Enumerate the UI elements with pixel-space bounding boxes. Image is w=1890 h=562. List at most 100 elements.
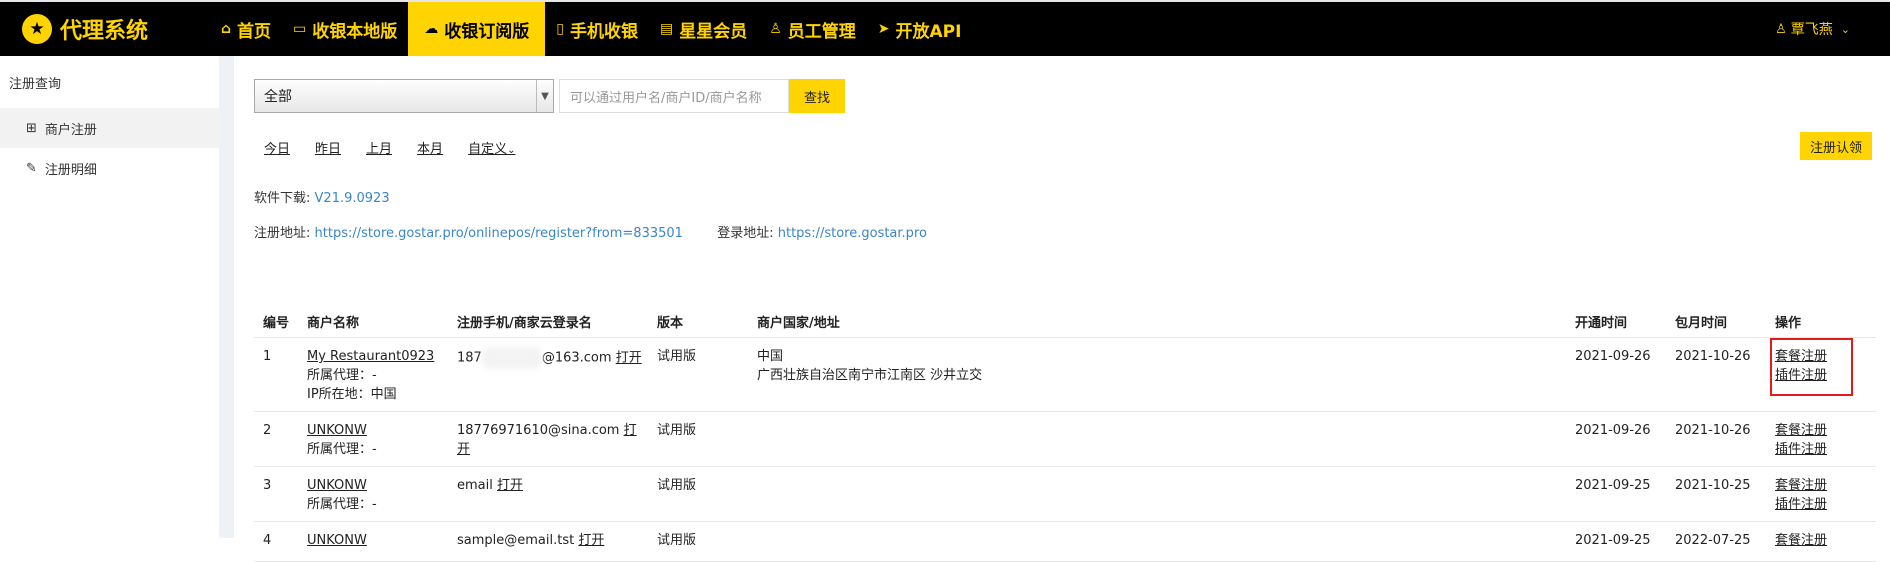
table-row: 4 UNKONW sample@email.tst 打开 试用版 2021-09… — [254, 522, 1876, 562]
date-yesterday-link[interactable]: 昨日 — [315, 138, 341, 157]
column-header: 开通时间 — [1575, 316, 1628, 331]
nav-item-staff[interactable]: ♙ 员工管理 — [758, 2, 867, 56]
search-input[interactable]: 可以通过用户名/商户ID/商户名称 — [559, 79, 789, 113]
phone-cell: 187 @163.com 打开 — [448, 338, 648, 411]
search-button[interactable]: 查找 — [789, 79, 845, 113]
address-cell — [748, 522, 1566, 561]
nav-item-subscription-pos[interactable]: ☁ 收银订阅版 — [408, 2, 546, 56]
login-label: 登录地址: — [717, 226, 774, 241]
main-content: 全部 ▼ 可以通过用户名/商户ID/商户名称 查找 今日 昨日 上月 本月 自定… — [234, 56, 1890, 562]
login-url-link[interactable]: https://store.gostar.pro — [778, 226, 927, 241]
nav-label: 开放API — [895, 21, 962, 42]
filter-bar: 全部 ▼ 可以通过用户名/商户ID/商户名称 查找 — [254, 79, 845, 113]
nav-item-api[interactable]: ➤ 开放API — [867, 2, 973, 56]
register-label: 注册地址: — [254, 226, 311, 241]
chevron-down-icon: ⌄ — [1840, 22, 1850, 36]
phone-icon: ▯ — [556, 21, 564, 37]
phone-cell: 18776971610@sina.com 打开 — [448, 412, 648, 466]
version-cell: 试用版 — [657, 349, 697, 364]
ip-text: IP所在地：中国 — [307, 387, 397, 402]
nav-label: 收银本地版 — [312, 21, 398, 42]
sidebar-item-label: 注册明细 — [44, 162, 97, 178]
open-link[interactable]: 打开 — [578, 533, 604, 548]
agent-text: 所属代理：- — [307, 368, 377, 383]
phone-cell: sample@email.tst 打开 — [448, 522, 648, 561]
ops-cell: 套餐注册 插件注册 — [1766, 467, 1876, 521]
merchant-name-link[interactable]: UNKONW — [307, 421, 448, 440]
download-info: 软件下载: V21.9.0923 — [254, 187, 390, 206]
package-register-link[interactable]: 套餐注册 — [1775, 531, 1876, 550]
date-custom-dropdown[interactable]: 自定义⌄ — [468, 138, 515, 157]
nav-label: 星星会员 — [679, 21, 748, 42]
package-register-link[interactable]: 套餐注册 — [1775, 476, 1876, 495]
column-header: 注册手机/商家云登录名 — [457, 316, 592, 331]
claim-register-button[interactable]: 注册认领 — [1800, 132, 1872, 160]
package-register-link[interactable]: 套餐注册 — [1775, 421, 1876, 440]
date-today-link[interactable]: 今日 — [264, 138, 290, 157]
sidebar: 注册查询 ⊞ 商户注册 ✎ 注册明细 — [0, 56, 219, 538]
version-cell: 试用版 — [657, 478, 697, 493]
phone-text: sample@email.tst — [457, 533, 575, 548]
row-number: 1 — [263, 349, 272, 364]
book-icon: ▤ — [659, 21, 674, 37]
column-header: 包月时间 — [1675, 316, 1728, 331]
nav-item-home[interactable]: ⌂ 首页 — [210, 2, 282, 56]
grid-icon: ⊞ — [26, 120, 37, 136]
chevron-down-icon: ▼ — [536, 80, 553, 112]
row-number: 2 — [263, 423, 272, 438]
ops-cell: 套餐注册 — [1766, 522, 1876, 561]
column-header: 商户国家/地址 — [757, 316, 840, 331]
version-cell: 试用版 — [657, 533, 697, 548]
column-header: 编号 — [263, 316, 290, 331]
edit-icon: ✎ — [26, 160, 37, 176]
sidebar-item-label: 商户注册 — [44, 122, 97, 138]
ops-cell: 套餐注册 插件注册 — [1766, 412, 1876, 466]
table-row: 1 My Restaurant0923 所属代理：- IP所在地：中国 187 @… — [254, 338, 1876, 412]
column-header: 操作 — [1775, 316, 1802, 331]
merchant-table: 编号 商户名称 注册手机/商家云登录名 版本 商户国家/地址 开通时间 包月时间… — [254, 306, 1876, 562]
merchant-cell: UNKONW 所属代理：- — [298, 412, 448, 466]
phone-prefix: 187 — [457, 350, 482, 366]
register-info: 注册地址: https://store.gostar.pro/onlinepos… — [254, 222, 927, 241]
brand[interactable]: ★ 代理系统 — [22, 12, 148, 46]
open-link[interactable]: 打开 — [616, 351, 642, 366]
nav-item-members[interactable]: ▤ 星星会员 — [649, 2, 758, 56]
address-cell — [748, 412, 1566, 466]
start-date: 2021-09-25 — [1575, 533, 1651, 548]
plugin-register-link[interactable]: 插件注册 — [1775, 440, 1876, 459]
month-date: 2021-10-26 — [1675, 349, 1751, 364]
merchant-name-link[interactable]: UNKONW — [307, 531, 448, 550]
custom-label: 自定义 — [468, 142, 508, 157]
sidebar-item-register-detail[interactable]: ✎ 注册明细 — [0, 148, 219, 188]
date-filter: 今日 昨日 上月 本月 自定义⌄ — [264, 138, 540, 157]
select-value: 全部 — [264, 89, 292, 105]
nav-item-local-pos[interactable]: ▭ 收银本地版 — [282, 2, 408, 56]
phone-text: 18776971610@sina.com — [457, 423, 620, 438]
sidebar-item-merchant-register[interactable]: ⊞ 商户注册 — [0, 108, 219, 148]
open-link[interactable]: 打开 — [497, 478, 523, 493]
user-menu[interactable]: ♙ 覃飞燕 ⌄ — [1775, 2, 1850, 56]
register-url-link[interactable]: https://store.gostar.pro/onlinepos/regis… — [315, 226, 683, 241]
nav-label: 员工管理 — [787, 21, 856, 42]
type-select[interactable]: 全部 ▼ — [254, 79, 554, 113]
merchant-name-link[interactable]: UNKONW — [307, 476, 448, 495]
column-header: 商户名称 — [307, 316, 360, 331]
address-cell — [748, 467, 1566, 521]
table-row: 3 UNKONW 所属代理：- email 打开 试用版 2021-09-25 … — [254, 467, 1876, 522]
table-header: 编号 商户名称 注册手机/商家云登录名 版本 商户国家/地址 开通时间 包月时间… — [254, 306, 1876, 338]
user-icon: ♙ — [1775, 21, 1787, 37]
plugin-register-link[interactable]: 插件注册 — [1775, 495, 1876, 514]
nav-label: 首页 — [237, 21, 272, 42]
nav-item-mobile-pos[interactable]: ▯ 手机收银 — [545, 2, 649, 56]
chevron-down-icon: ⌄ — [507, 145, 516, 156]
download-version-link[interactable]: V21.9.0923 — [315, 191, 390, 206]
phone-cell: email 打开 — [448, 467, 648, 521]
date-last-month-link[interactable]: 上月 — [366, 138, 392, 157]
date-this-month-link[interactable]: 本月 — [417, 138, 443, 157]
nav-label: 手机收银 — [569, 21, 638, 42]
merchant-cell: UNKONW — [298, 522, 448, 561]
agent-text: 所属代理：- — [307, 442, 377, 457]
address-text: 广西壮族自治区南宁市江南区 沙井立交 — [757, 368, 983, 383]
country-text: 中国 — [757, 349, 784, 364]
merchant-name-link[interactable]: My Restaurant0923 — [307, 347, 448, 366]
